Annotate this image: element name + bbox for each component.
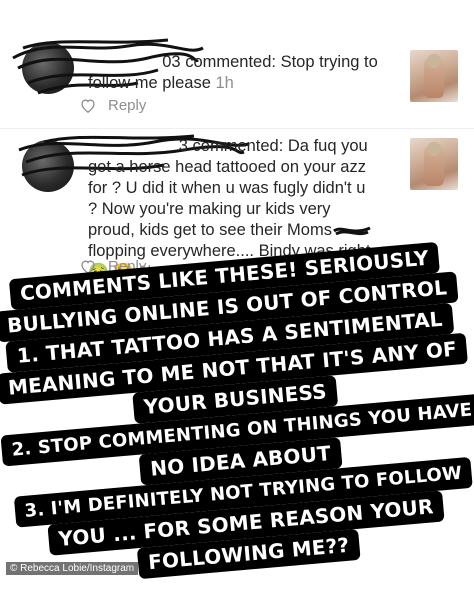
comment-text: xxxxxxxxx03 commented: Stop trying to fo… — [88, 52, 393, 94]
post-thumbnail[interactable] — [410, 138, 458, 190]
username-suffix: 03 — [162, 53, 181, 71]
thumbnail-head — [427, 54, 441, 68]
redacted-username[interactable]: xxxxxxxxx — [88, 52, 162, 73]
timestamp: 1h — [215, 74, 234, 92]
comment-actions: Reply — [80, 97, 146, 114]
avatar[interactable] — [22, 140, 74, 192]
post-thumbnail[interactable] — [410, 50, 458, 102]
thumbnail-head — [427, 142, 441, 156]
redaction-scribble — [333, 226, 371, 236]
reply-button[interactable]: Reply — [108, 97, 146, 114]
comment-notification-1[interactable]: xxxxxxxxx03 commented: Stop trying to fo… — [0, 0, 474, 130]
redacted-username[interactable]: xxxxxxxxxxx — [88, 136, 179, 157]
photo-credit: © Rebecca Lobie/Instagram — [6, 562, 139, 575]
avatar[interactable] — [22, 42, 74, 94]
username-suffix: 3 — [178, 137, 188, 155]
heart-outline-icon[interactable] — [80, 98, 96, 113]
